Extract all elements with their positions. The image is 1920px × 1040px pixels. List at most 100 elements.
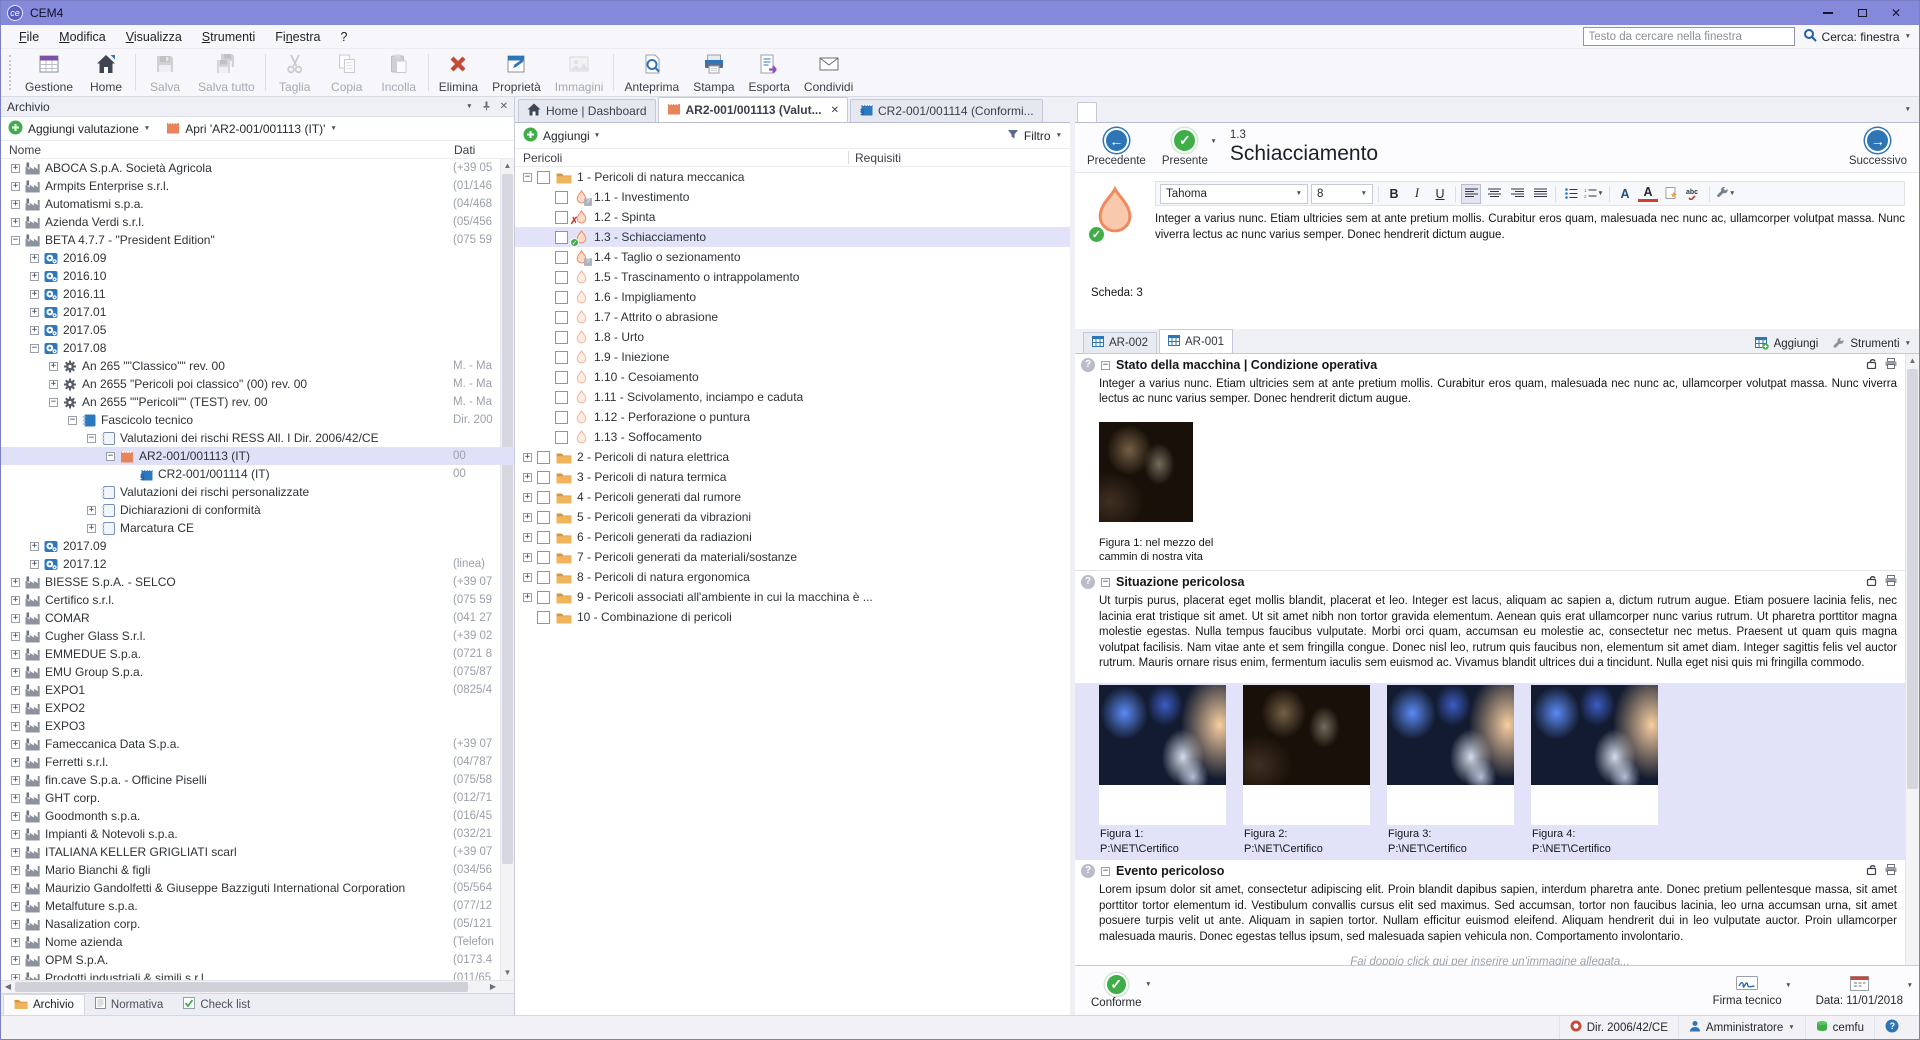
home-button[interactable]: Home: [80, 49, 132, 96]
expand-icon[interactable]: +: [523, 473, 532, 482]
assessment-tab-ar-002[interactable]: AR-002: [1083, 332, 1157, 353]
expand-icon[interactable]: +: [30, 560, 39, 569]
tree-item[interactable]: +EXPO2: [1, 699, 514, 717]
open-evaluation-button[interactable]: Apri 'AR2-001/001113 (IT)': [185, 122, 325, 136]
conformity-state-button[interactable]: ✓ Conforme ▼: [1091, 973, 1142, 1009]
expand-icon[interactable]: +: [49, 362, 58, 371]
hazard-item[interactable]: −1 - Pericoli di natura meccanica: [515, 167, 1070, 187]
tree-item[interactable]: +COMAR(041 27: [1, 609, 514, 627]
section-text[interactable]: Ut turpis purus, placerat eget mollis bl…: [1075, 593, 1905, 677]
expand-icon[interactable]: +: [87, 506, 96, 515]
column-requisiti[interactable]: Requisiti: [855, 151, 901, 165]
previous-button[interactable]: ← Precedente: [1087, 128, 1146, 167]
presence-state-button[interactable]: ✓ Presente ▼: [1162, 128, 1208, 167]
hazard-checkbox[interactable]: [555, 431, 568, 444]
tree-item[interactable]: +Certifico s.r.l.(075 59: [1, 591, 514, 609]
align-justify-button[interactable]: [1530, 184, 1550, 204]
chevron-down-icon[interactable]: ▼: [594, 132, 600, 139]
hazard-checkbox[interactable]: [537, 471, 550, 484]
chevron-down-icon[interactable]: ▼: [1145, 981, 1151, 988]
tree-item[interactable]: +Metalfuture s.p.a.(077/12: [1, 897, 514, 915]
date-button[interactable]: Data: 11/01/2018 ▼: [1816, 974, 1903, 1007]
hazard-checkbox[interactable]: [537, 551, 550, 564]
document-tab[interactable]: AR2-001/001113 (Valut...✕: [658, 97, 848, 122]
panel-menu-icon[interactable]: ▼: [466, 103, 472, 110]
hazard-item[interactable]: +8 - Pericoli di natura ergonomica: [515, 567, 1070, 587]
figure-image[interactable]: [1243, 685, 1370, 785]
menu-strumenti[interactable]: Strumenti: [192, 27, 266, 47]
hazard-item[interactable]: +6 - Pericoli generati da radiazioni: [515, 527, 1070, 547]
hazard-item[interactable]: 1.6 - Impigliamento: [515, 287, 1070, 307]
tree-item[interactable]: −Valutazioni dei rischi RESS All. I Dir.…: [1, 429, 514, 447]
numbered-list-button[interactable]: 12▼: [1584, 184, 1604, 204]
print-section-icon[interactable]: [1885, 862, 1897, 880]
collapse-icon[interactable]: −: [1101, 361, 1110, 370]
hazard-item[interactable]: 1.12 - Perforazione o puntura: [515, 407, 1070, 427]
stampa-button[interactable]: Stampa: [686, 49, 741, 96]
hazard-checkbox[interactable]: [537, 531, 550, 544]
expand-icon[interactable]: +: [11, 956, 20, 965]
chevron-down-icon[interactable]: ▼: [1785, 982, 1791, 989]
lock-icon[interactable]: [1866, 862, 1877, 880]
expand-icon[interactable]: +: [11, 812, 20, 821]
hazard-item[interactable]: ✗1.2 - Spinta: [515, 207, 1070, 227]
tree-item[interactable]: +2017.09: [1, 537, 514, 555]
gestione-button[interactable]: Gestione: [18, 49, 80, 96]
align-center-button[interactable]: [1484, 184, 1504, 204]
tree-item[interactable]: −Fascicolo tecnicoDir. 200: [1, 411, 514, 429]
hazard-checkbox[interactable]: [555, 391, 568, 404]
tree-item[interactable]: +OPM S.p.A.(0173.4: [1, 951, 514, 969]
expand-icon[interactable]: +: [11, 218, 20, 227]
tree-item[interactable]: +ABOCA S.p.A. Società Agricola(+39 05: [1, 159, 514, 177]
tree-item[interactable]: +Cugher Glass S.r.l.(+39 02: [1, 627, 514, 645]
underline-button[interactable]: U: [1430, 184, 1450, 204]
chevron-down-icon[interactable]: ▼: [1056, 132, 1062, 139]
align-right-button[interactable]: [1507, 184, 1527, 204]
tree-item[interactable]: +2017.05: [1, 321, 514, 339]
tree-item[interactable]: +GHT corp.(012/71: [1, 789, 514, 807]
figure-card[interactable]: Figura 3: P:\NET\Certifico Macchine\Anal…: [1387, 685, 1514, 857]
tree-item[interactable]: −AR2-001/001113 (IT)00: [1, 447, 514, 465]
collapse-icon[interactable]: −: [49, 398, 58, 407]
hazard-item[interactable]: 1.10 - Cesoiamento: [515, 367, 1070, 387]
expand-icon[interactable]: +: [11, 704, 20, 713]
sign-button[interactable]: Firma tecnico ▼: [1713, 974, 1782, 1007]
tree-item[interactable]: +Azienda Verdi s.r.l.(05/456: [1, 213, 514, 231]
tree-item[interactable]: +EMU Group S.p.a.(075/87: [1, 663, 514, 681]
condividi-button[interactable]: Condividi: [797, 49, 860, 96]
hazard-checkbox[interactable]: [555, 231, 568, 244]
expand-icon[interactable]: +: [523, 553, 532, 562]
expand-icon[interactable]: +: [11, 596, 20, 605]
expand-icon[interactable]: +: [523, 453, 532, 462]
anteprima-button[interactable]: Anteprima: [617, 49, 686, 96]
menu-visualizza[interactable]: Visualizza: [116, 27, 192, 47]
footer-tab-archivio[interactable]: Archivio: [3, 994, 85, 1015]
hazard-checkbox[interactable]: [555, 331, 568, 344]
expand-icon[interactable]: +: [11, 200, 20, 209]
expand-icon[interactable]: +: [523, 533, 532, 542]
spellcheck-button[interactable]: abc: [1684, 184, 1704, 204]
elimina-button[interactable]: Elimina: [432, 49, 485, 96]
lock-icon[interactable]: [1866, 356, 1877, 374]
bullet-list-button[interactable]: [1561, 184, 1581, 204]
statusbar-connection[interactable]: cemfu: [1805, 1016, 1874, 1039]
chevron-down-icon[interactable]: ▼: [1907, 982, 1913, 989]
hazard-item[interactable]: ?1.4 - Taglio o sezionamento: [515, 247, 1070, 267]
detail-vertical-scrollbar[interactable]: ▲: [1905, 354, 1919, 965]
tree-item[interactable]: §CR2-001/001114 (IT)00: [1, 465, 514, 483]
collapse-icon[interactable]: −: [11, 236, 20, 245]
proprietà-button[interactable]: Proprietà: [485, 49, 548, 96]
hazard-checkbox[interactable]: [555, 411, 568, 424]
expand-icon[interactable]: +: [11, 902, 20, 911]
hazard-checkbox[interactable]: [555, 371, 568, 384]
expand-icon[interactable]: +: [523, 593, 532, 602]
tree-item[interactable]: +EXPO3: [1, 717, 514, 735]
column-pericoli[interactable]: Pericoli: [523, 151, 562, 165]
hazard-checkbox[interactable]: [555, 351, 568, 364]
expand-icon[interactable]: +: [30, 290, 39, 299]
collapse-icon[interactable]: −: [30, 344, 39, 353]
minimize-button[interactable]: [1811, 2, 1845, 24]
hazard-description-text[interactable]: Integer a varius nunc. Etiam ultricies s…: [1155, 212, 1905, 243]
tree-item[interactable]: +Dichiarazioni di conformità: [1, 501, 514, 519]
expand-icon[interactable]: +: [11, 668, 20, 677]
